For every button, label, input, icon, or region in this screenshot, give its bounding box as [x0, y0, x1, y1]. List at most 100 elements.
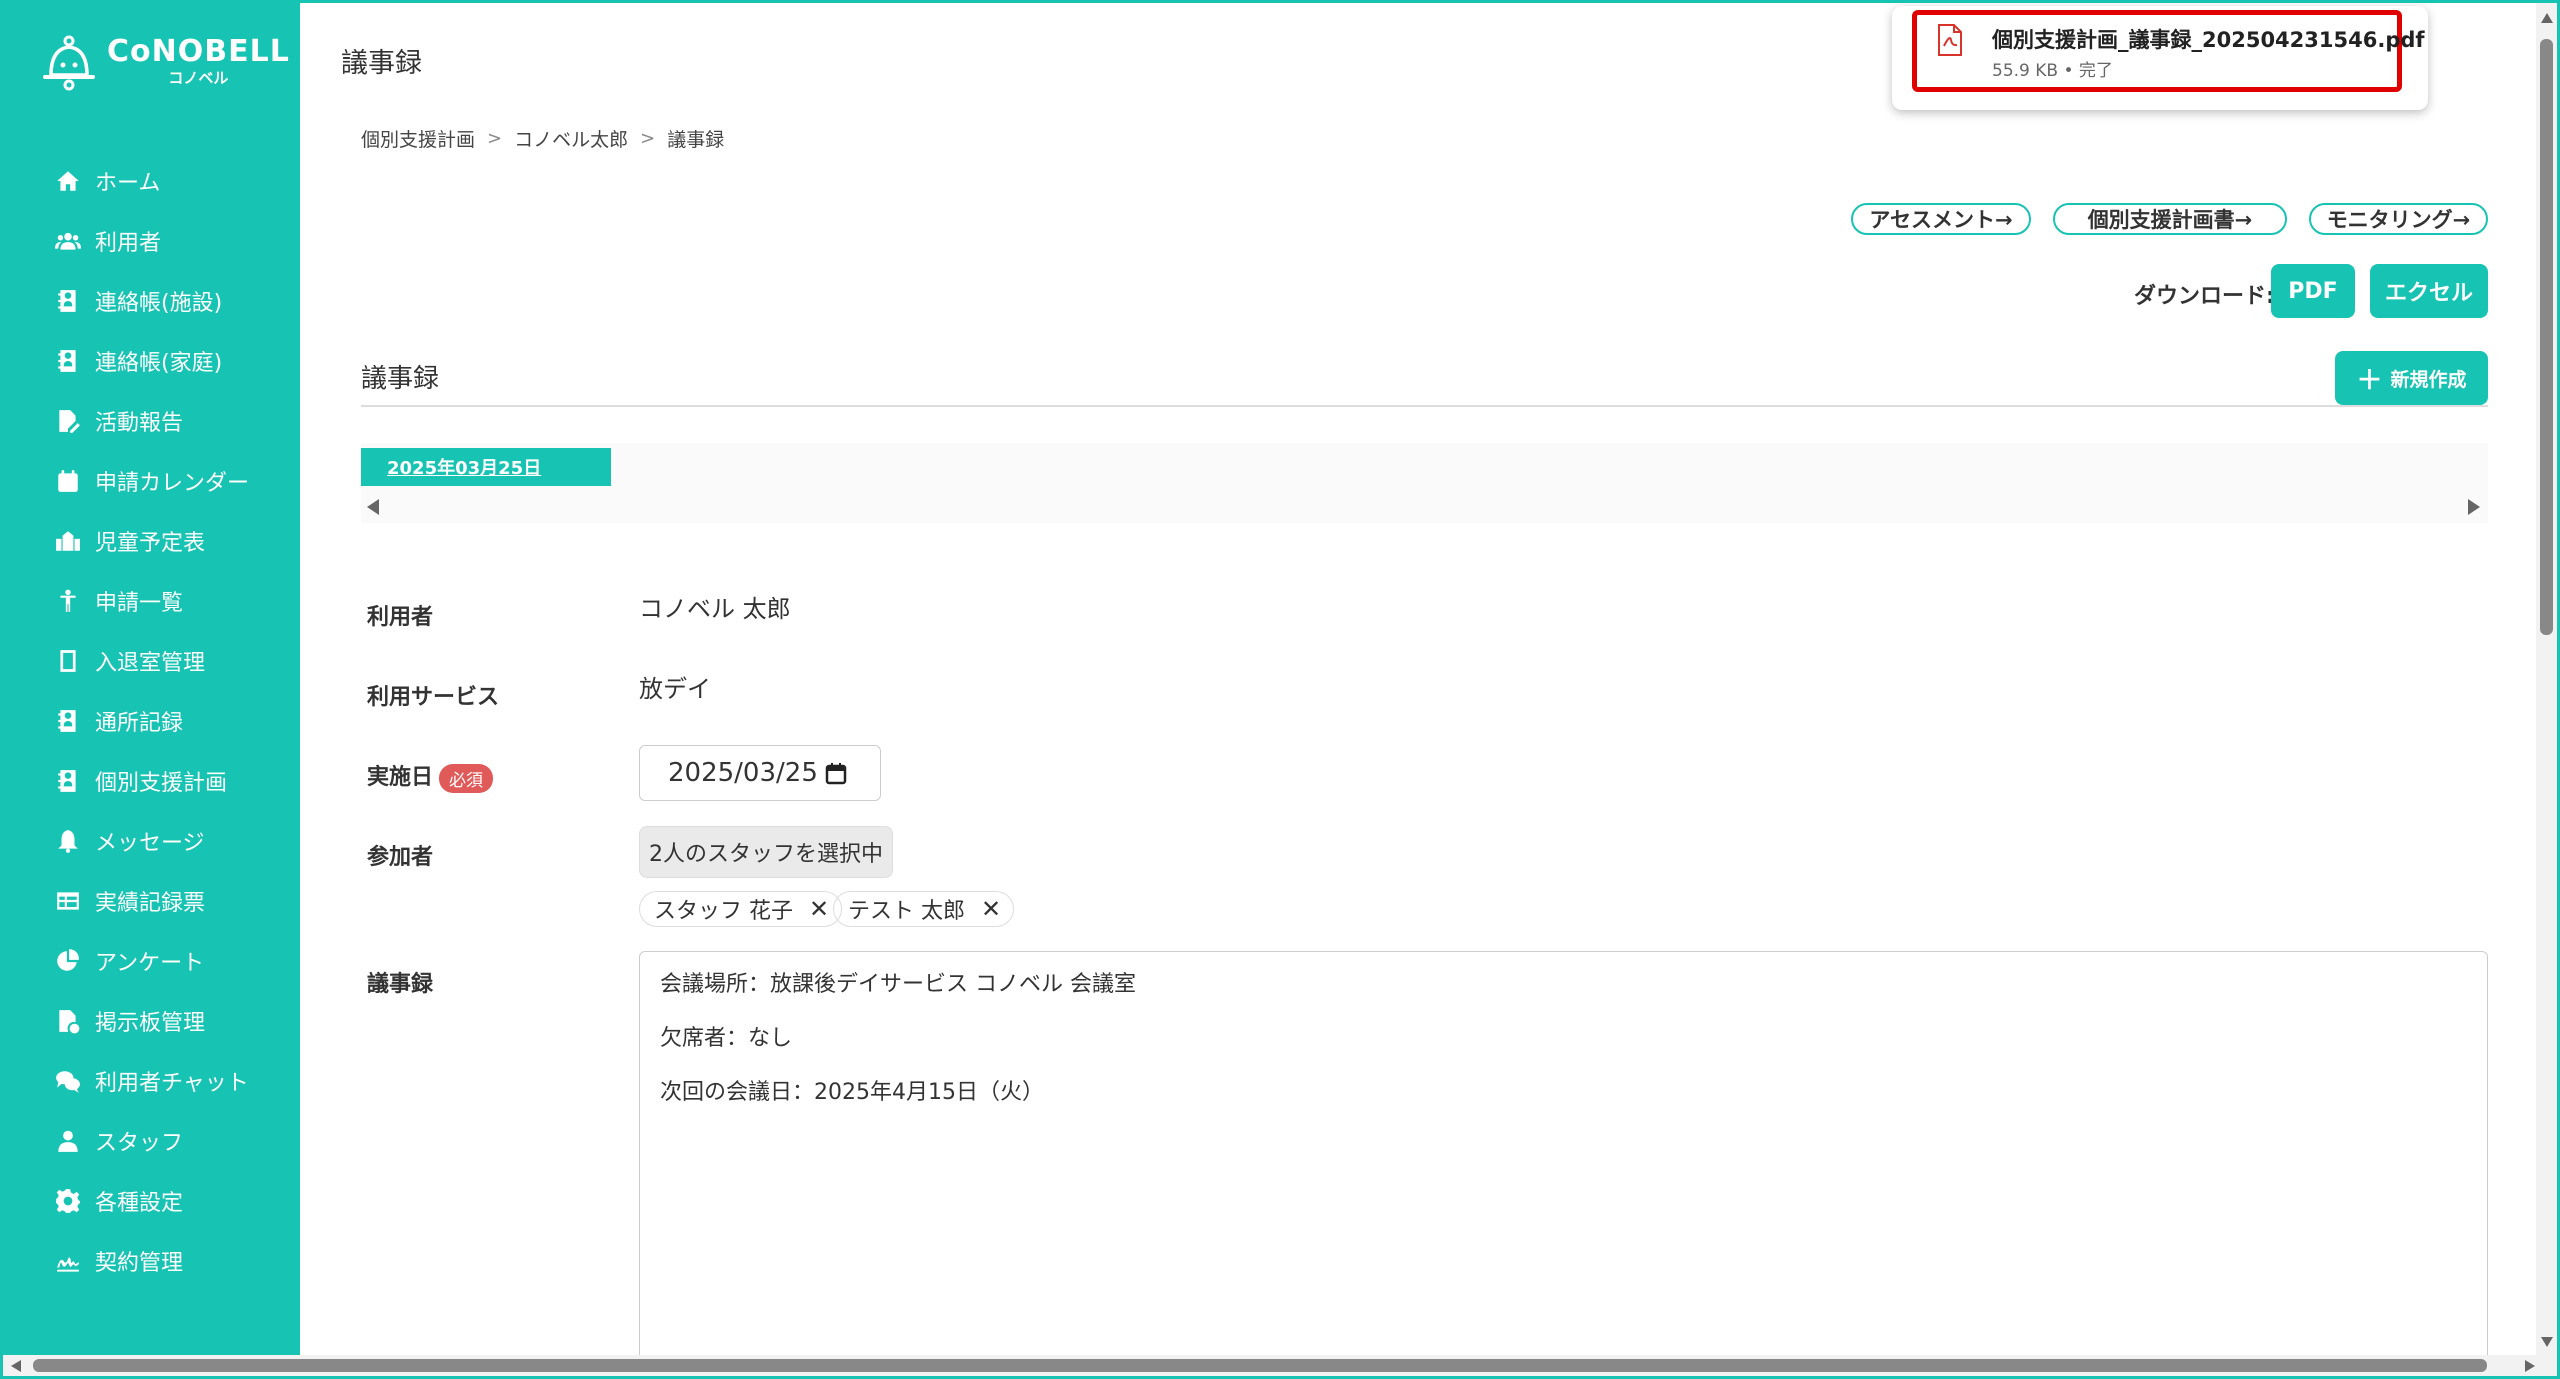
excel-download-button[interactable]: エクセル [2370, 264, 2488, 318]
sidebar-item-label: 申請カレンダー [95, 471, 250, 496]
sidebar-item-attendance-record[interactable]: 通所記録 [3, 691, 300, 751]
scroll-up-arrow-icon[interactable] [2541, 13, 2553, 23]
date-tab-active[interactable]: 2025年03月25日 [361, 448, 611, 486]
sidebar-item-performance-record[interactable]: 実績記録票 [3, 871, 300, 931]
date-input-value: 2025/03/25 [668, 758, 818, 788]
bell-icon [58, 830, 78, 853]
close-icon[interactable]: ✕ [809, 895, 829, 923]
gear-icon [56, 1189, 80, 1213]
minutes-label: 議事録 [367, 972, 434, 997]
sidebar-item-survey[interactable]: アンケート [3, 931, 300, 991]
scroll-left-arrow-icon[interactable] [11, 1360, 21, 1372]
participants-select[interactable]: 2人のスタッフを選択中 [639, 826, 893, 878]
horizontal-scrollbar[interactable] [3, 1355, 2557, 1376]
sidebar-item-settings[interactable]: 各種設定 [3, 1171, 300, 1231]
breadcrumb: 個別支援計画 > コノベル太郎 > 議事録 [361, 125, 724, 152]
sidebar-item-support-plan[interactable]: 個別支援計画 [3, 751, 300, 811]
contact-book-icon [58, 770, 76, 792]
brand-sub: コノベル [168, 69, 229, 87]
brand-logo[interactable]: CoNOBELL コノベル [41, 35, 290, 93]
sidebar-item-label: 各種設定 [95, 1191, 184, 1216]
download-filename[interactable]: 個別支援計画_議事録_202504231546.pdf [1992, 24, 2425, 54]
service-value: 放デイ [639, 675, 711, 703]
breadcrumb-item[interactable]: 個別支援計画 [361, 125, 475, 152]
breadcrumb-item: 議事録 [667, 129, 725, 151]
sidebar-item-label: 利用者チャット [95, 1071, 249, 1096]
section-title: 議事録 [361, 364, 440, 394]
scroll-down-arrow-icon[interactable] [2541, 1337, 2553, 1347]
participant-chip-label: スタッフ 花子 [654, 899, 793, 924]
date-label: 実施日 必須 [367, 759, 494, 793]
new-create-label: 新規作成 [2390, 368, 2467, 391]
monitoring-link-button[interactable]: モニタリング→ [2309, 203, 2488, 235]
sidebar-item-request-list[interactable]: 申請一覧 [3, 571, 300, 631]
sidebar-item-staff[interactable]: スタッフ [3, 1111, 300, 1171]
sidebar-item-board-management[interactable]: 掲示板管理 [3, 991, 300, 1051]
school-icon [56, 531, 80, 551]
scroll-right-arrow-icon[interactable] [2468, 499, 2480, 515]
minutes-line: 次回の会議日：2025年4月15日（火） [660, 1080, 1044, 1105]
sidebar-item-label: 児童予定表 [95, 531, 206, 556]
sidebar-item-users[interactable]: 利用者 [3, 211, 300, 271]
sidebar-item-request-calendar[interactable]: 申請カレンダー [3, 451, 300, 511]
participant-chip: スタッフ 花子 ✕ [639, 891, 843, 927]
child-icon [60, 589, 76, 612]
main-content: 議事録 ? 個別支援計画 > コノベル太郎 > 議事録 アセスメント→ 個別支援… [300, 3, 2536, 1371]
sidebar-item-message[interactable]: メッセージ [3, 811, 300, 871]
sidebar-item-activity-report[interactable]: 活動報告 [3, 391, 300, 451]
required-badge: 必須 [439, 763, 494, 793]
sidebar-item-home[interactable]: ホーム [3, 151, 300, 211]
minutes-line: 欠席者：なし [660, 1026, 793, 1051]
calendar-icon [58, 470, 78, 492]
pdf-download-button[interactable]: PDF [2271, 264, 2355, 318]
participant-chip: テスト 太郎 ✕ [833, 891, 1015, 927]
user-label: 利用者 [367, 605, 434, 630]
close-icon[interactable]: ✕ [981, 895, 1001, 923]
minutes-textarea[interactable]: 会議場所：放課後デイサービス コノベル 会議室 欠席者：なし 次回の会議日：20… [639, 951, 2488, 1371]
vertical-scrollbar[interactable] [2536, 3, 2557, 1355]
chevron-right-icon: > [487, 128, 503, 149]
new-create-button[interactable]: ＋ 新規作成 [2335, 351, 2488, 405]
sidebar-item-entry-exit[interactable]: 入退室管理 [3, 631, 300, 691]
scroll-right-arrow-icon[interactable] [2525, 1360, 2535, 1372]
sidebar-item-label: メッセージ [95, 831, 205, 856]
sidebar-nav: ホーム 利用者 連絡帳(施設) 連絡帳(家庭) 活動報告 申請カレンダー 児童予… [3, 151, 300, 1291]
plus-icon: ＋ [2356, 365, 2383, 396]
assessment-link-button[interactable]: アセスメント→ [1851, 203, 2031, 235]
sidebar-item-label: 契約管理 [95, 1251, 184, 1276]
sidebar-item-label: 連絡帳(家庭) [95, 351, 223, 376]
date-input[interactable]: 2025/03/25 [639, 745, 881, 801]
breadcrumb-item[interactable]: コノベル太郎 [514, 125, 628, 152]
file-edit-icon [59, 410, 80, 433]
sidebar-item-label: 実績記録票 [95, 891, 206, 916]
download-meta: 55.9 KB • 完了 [1992, 61, 2113, 81]
vertical-scroll-thumb[interactable] [2540, 39, 2553, 635]
scroll-left-arrow-icon[interactable] [367, 499, 379, 515]
contact-book-icon [58, 350, 76, 372]
service-label: 利用サービス [367, 685, 500, 710]
participant-chip-label: テスト 太郎 [848, 899, 965, 924]
support-plan-link-button[interactable]: 個別支援計画書→ [2053, 203, 2287, 235]
page-title: 議事録 [341, 48, 422, 79]
sidebar-item-user-chat[interactable]: 利用者チャット [3, 1051, 300, 1111]
users-icon [55, 232, 81, 250]
horizontal-scroll-thumb[interactable] [33, 1359, 2487, 1372]
sidebar-item-label: 個別支援計画 [95, 771, 228, 796]
date-label-text: 実施日 [367, 765, 434, 790]
chevron-right-icon: > [640, 128, 656, 149]
sidebar-item-contact-home[interactable]: 連絡帳(家庭) [3, 331, 300, 391]
calendar-icon[interactable] [824, 761, 848, 785]
sidebar-item-child-schedule[interactable]: 児童予定表 [3, 511, 300, 571]
sidebar-item-label: アンケート [95, 951, 205, 976]
bell-logo-icon [43, 35, 95, 91]
sidebar-item-label: 掲示板管理 [95, 1011, 206, 1036]
sidebar-item-contract[interactable]: 契約管理 [3, 1231, 300, 1291]
staff-icon [58, 1130, 78, 1152]
sidebar-item-contact-facility[interactable]: 連絡帳(施設) [3, 271, 300, 331]
sidebar-item-label: 通所記録 [95, 711, 184, 736]
signature-icon [57, 1257, 79, 1272]
minutes-line: 会議場所：放課後デイサービス コノベル 会議室 [660, 972, 1136, 997]
brand-name: CoNOBELL [107, 34, 290, 69]
sidebar-item-label: 入退室管理 [95, 651, 206, 676]
user-value: コノベル 太郎 [639, 595, 791, 623]
